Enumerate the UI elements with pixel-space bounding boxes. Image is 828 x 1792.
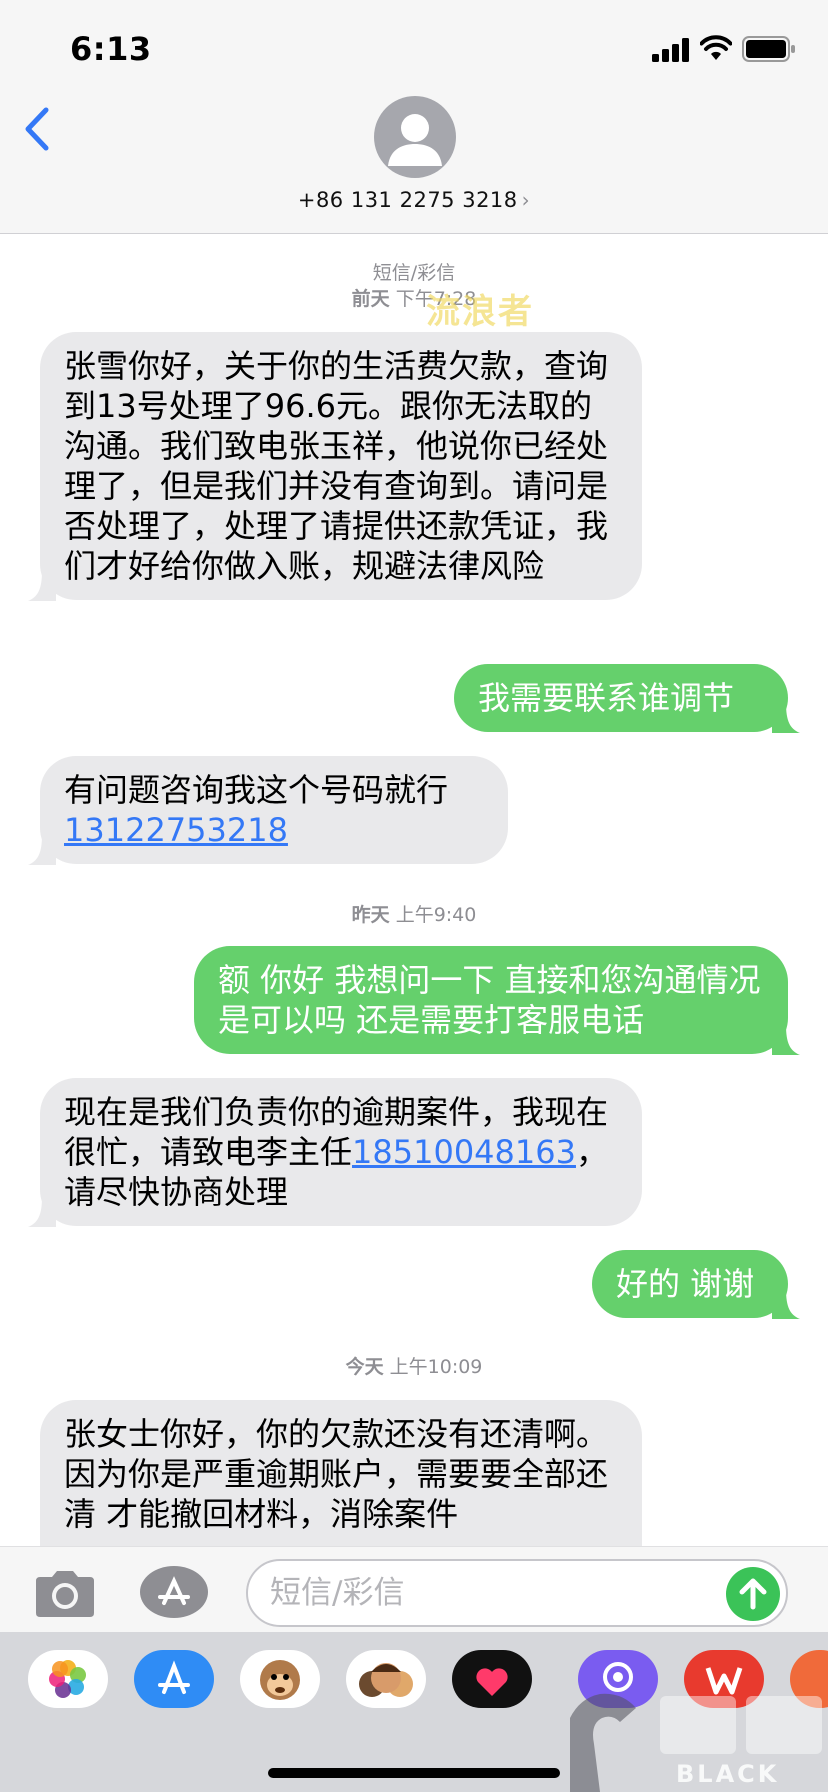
message-text: 张雪你好，关于你的生活费欠款，查询到13号处理了96.6元。跟你无法取的沟通。我… [64,347,609,585]
incoming-message-bubble[interactable]: 张女士你好，你的欠款还没有还清啊。因为你是严重逾期账户，需要要全部还清 才能撤回… [40,1400,642,1546]
message-list[interactable]: 短信/彩信 前天 下午7:28 流浪者 张雪你好，关于你的生活费欠款，查询到13… [0,234,828,1546]
app-drawer: BLACK CAT [0,1632,828,1792]
outgoing-message-bubble[interactable]: 额 你好 我想问一下 直接和您沟通情况是可以吗 还是需要打客服电话 [194,946,800,1055]
app-store-icon[interactable] [134,1650,214,1708]
watermark-text: 流浪者 [426,292,534,332]
contact-number: +86 131 2275 3218 [297,188,518,212]
phone-link[interactable]: 13122753218 [64,811,288,849]
bubble-tail [772,1289,800,1319]
service-label: 短信/彩信 [372,262,456,284]
send-button[interactable] [726,1567,780,1621]
memoji-icon[interactable] [346,1650,426,1708]
timestamp: 今天 上午10:09 [0,1354,828,1380]
photos-icon[interactable] [28,1650,108,1708]
camera-icon[interactable] [32,1569,98,1619]
digital-touch-icon[interactable] [452,1650,532,1708]
person-icon [388,114,442,166]
message-input-field[interactable] [246,1559,788,1627]
chevron-right-icon: › [521,188,531,212]
message-text: 额 你好 我想问一下 直接和您沟通情况是可以吗 还是需要打客服电话 [218,961,761,1039]
message-text: 我需要联系谁调节 [478,679,735,717]
timestamp-day: 前天 [351,288,390,310]
message-text: 张女士你好，你的欠款还没有还清啊。因为你是严重逾期账户，需要要全部还清 才能撤回… [64,1415,609,1533]
timestamp-day: 昨天 [351,904,390,926]
contact-name[interactable]: +86 131 2275 3218 › [0,188,828,212]
timestamp-day: 今天 [345,1356,384,1378]
phone-link[interactable]: 18510048163 [352,1133,576,1171]
compose-bar [0,1546,828,1632]
message-text: 有问题咨询我这个号码就行 [64,771,449,809]
outgoing-message-bubble[interactable]: 我需要联系谁调节 [454,664,800,733]
animoji-icon[interactable] [240,1650,320,1708]
status-bar: 6:13 [0,0,828,92]
cellular-signal-icon [652,38,689,62]
incoming-message-bubble[interactable]: 张雪你好，关于你的生活费欠款，查询到13号处理了96.6元。跟你无法取的沟通。我… [28,332,642,601]
bubble-tail [28,571,56,601]
back-chevron-icon[interactable] [22,106,52,152]
battery-icon [742,36,795,62]
app-store-button-icon[interactable] [138,1565,210,1619]
timestamp: 昨天 上午9:40 [0,902,828,928]
bubble-tail [772,703,800,733]
outgoing-message-bubble[interactable]: 好的 谢谢 [592,1250,800,1319]
black-cat-watermark-text: BLACK CAT [676,1760,780,1792]
contact-avatar[interactable] [374,96,456,178]
wifi-icon [700,35,732,60]
bubble-tail [28,1197,56,1227]
bubble-tail [28,835,56,865]
message-text: 好的 谢谢 [616,1265,755,1303]
timestamp-time: 上午10:09 [389,1356,483,1378]
conversation-header: +86 131 2275 3218 › [0,92,828,234]
message-input[interactable] [270,1571,710,1615]
incoming-message-bubble[interactable]: 现在是我们负责你的逾期案件，我现在很忙，请致电李主任18510048163，请尽… [28,1078,642,1227]
status-time: 6:13 [70,30,152,68]
incoming-message-bubble[interactable]: 有问题咨询我这个号码就行 13122753218 [28,756,508,865]
arrow-up-icon [739,1578,767,1610]
timestamp: 前天 下午7:28 [0,286,828,312]
timestamp-time: 上午9:40 [395,904,477,926]
bubble-tail [772,1025,800,1055]
home-indicator[interactable] [268,1768,560,1778]
